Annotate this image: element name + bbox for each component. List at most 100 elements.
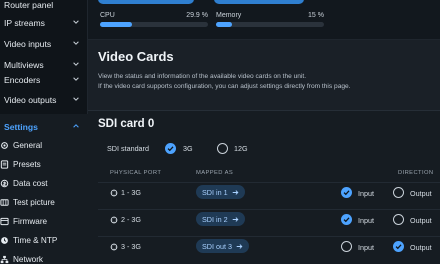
port-label: 2 - 3G — [121, 215, 141, 224]
arrow-right-icon — [232, 189, 239, 195]
check-icon — [343, 190, 350, 196]
port-label: 3 - 3G — [121, 242, 141, 251]
sidebar-item-ip-streams[interactable]: IP streams — [0, 12, 88, 34]
page-title: Video Cards — [98, 49, 174, 64]
direction-input-radio[interactable] — [341, 241, 352, 252]
network-icon — [0, 255, 9, 264]
page-description-line: If the video card supports configuration… — [98, 82, 351, 90]
row-divider — [98, 182, 440, 183]
sidebar-item-label: Video outputs — [4, 95, 57, 105]
test-picture-icon — [0, 199, 9, 206]
page-description: View the status and information of the a… — [98, 72, 428, 91]
arrow-right-icon — [236, 243, 243, 249]
sidebar-item-firmware[interactable]: Firmware — [0, 212, 88, 231]
sidebar-item-presets[interactable]: Presets — [0, 155, 88, 174]
chevron-down-icon — [73, 62, 79, 66]
direction-input-radio[interactable] — [341, 214, 352, 225]
mapping-sdi-in-2[interactable]: SDI in 2 — [196, 212, 245, 226]
direction-output-radio[interactable] — [393, 214, 404, 225]
sidebar-item-time-ntp[interactable]: Time & NTP — [0, 231, 88, 250]
column-header-direction: DIRECTION — [398, 170, 434, 176]
row-divider — [98, 209, 440, 210]
sidebar-item-label: Time & NTP — [13, 236, 58, 245]
sidebar-item-label: Video inputs — [4, 39, 52, 49]
radio-3g[interactable] — [165, 143, 176, 154]
direction-output-radio[interactable] — [393, 187, 404, 198]
direction-output-label: Output — [410, 189, 432, 198]
sdi-standard-label: SDI standard — [107, 144, 149, 153]
column-header-port: PHYSICAL PORT — [110, 170, 162, 176]
port-label: 1 - 3G — [121, 188, 141, 197]
sidebar-item-label: IP streams — [4, 18, 45, 28]
clock-icon — [1, 237, 8, 244]
check-icon — [395, 244, 402, 250]
header-button-right[interactable] — [214, 0, 304, 4]
check-icon — [167, 146, 174, 152]
sidebar-item-label: Settings — [4, 122, 38, 132]
sidebar-item-settings[interactable]: Settings — [0, 116, 88, 138]
column-header-mapped: MAPPED AS — [196, 170, 234, 176]
data-cost-icon — [0, 179, 9, 188]
sidebar-item-test-picture[interactable]: Test picture — [0, 193, 88, 212]
port-connector-icon — [110, 243, 118, 250]
sidebar-item-label: Test picture — [13, 198, 55, 207]
gear-icon — [1, 142, 8, 149]
sidebar-item-network[interactable]: Network — [0, 250, 88, 264]
mapping-label: SDI in 1 — [202, 187, 228, 197]
port-2: 2 - 3G — [110, 215, 141, 224]
sidebar: Router panel IP streams Video inputs Mul… — [0, 0, 88, 264]
direction-input-radio[interactable] — [341, 187, 352, 198]
sidebar-item-label: Encoders — [4, 75, 41, 85]
sidebar-item-video-outputs[interactable]: Video outputs — [0, 89, 88, 111]
sdi-card: SDI card 0 SDI standard 3G 12G PHYSICAL … — [88, 110, 440, 264]
sidebar-item-general[interactable]: General — [0, 136, 88, 155]
row-divider — [98, 236, 440, 237]
radio-12g[interactable] — [217, 143, 228, 154]
memory-meter-fill — [216, 22, 233, 27]
cpu-meter — [100, 22, 208, 27]
port-1: 1 - 3G — [110, 188, 141, 197]
mapping-sdi-in-1[interactable]: SDI in 1 — [196, 185, 245, 199]
chevron-down-icon — [73, 97, 79, 101]
cpu-value: 29.9 % — [186, 12, 208, 19]
cpu-label: CPU — [100, 12, 115, 19]
port-connector-icon — [110, 189, 118, 196]
radio-12g-label: 12G — [234, 144, 248, 153]
sidebar-item-video-inputs[interactable]: Video inputs — [0, 33, 88, 55]
presets-icon — [0, 160, 9, 169]
direction-input-label: Input — [358, 189, 374, 198]
memory-value: 15 % — [308, 12, 324, 19]
card-title: SDI card 0 — [98, 118, 155, 130]
cpu-meter-fill — [100, 22, 133, 27]
sidebar-item-encoders[interactable]: Encoders — [0, 69, 88, 91]
main-content: Video Cards View the status and informat… — [88, 40, 440, 264]
arrow-right-icon — [232, 216, 239, 222]
port-3: 3 - 3G — [110, 242, 141, 251]
sidebar-item-label: Presets — [13, 160, 41, 169]
direction-output-radio[interactable] — [393, 241, 404, 252]
page-description-line: View the status and information of the a… — [98, 73, 307, 80]
direction-output-label: Output — [410, 243, 432, 252]
system-meters: CPU 29.9 % Memory 15 % — [88, 0, 440, 40]
direction-input-label: Input — [358, 216, 374, 225]
sidebar-item-label: Router panel — [4, 0, 54, 10]
radio-3g-label: 3G — [183, 144, 193, 153]
firmware-icon — [0, 217, 9, 226]
chevron-up-icon — [73, 124, 79, 128]
mapping-label: SDI in 2 — [202, 214, 228, 224]
direction-output-label: Output — [410, 216, 432, 225]
sidebar-item-data-cost[interactable]: Data cost — [0, 174, 88, 193]
mapping-sdi-out-3[interactable]: SDI out 3 — [196, 239, 249, 253]
port-connector-icon — [110, 216, 118, 223]
sidebar-item-label: Network — [13, 255, 44, 264]
header-button-left[interactable] — [98, 0, 194, 4]
sidebar-item-label: Data cost — [13, 179, 48, 188]
settings-section: Settings General Presets Data cost Test … — [0, 114, 88, 264]
sidebar-item-label: General — [13, 141, 43, 150]
memory-meter — [216, 22, 324, 27]
chevron-down-icon — [73, 41, 79, 45]
sidebar-item-label: Firmware — [13, 217, 48, 226]
check-icon — [343, 217, 350, 223]
memory-label: Memory — [216, 12, 242, 19]
mapping-label: SDI out 3 — [202, 241, 232, 251]
